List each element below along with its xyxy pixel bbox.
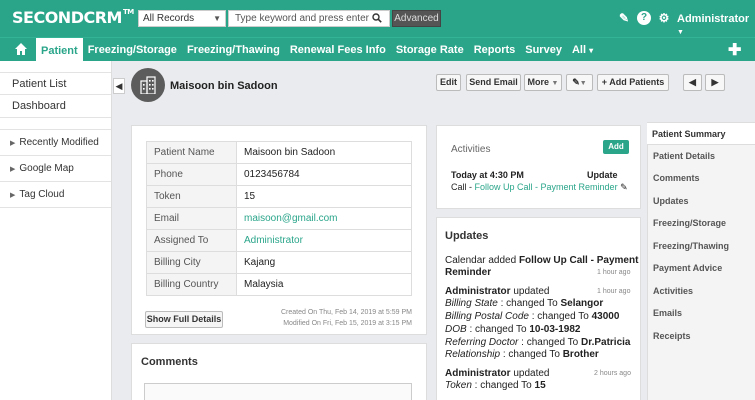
activity-status: Update xyxy=(587,170,618,180)
table-row: Billing Country Malaysia xyxy=(146,273,412,296)
building-icon xyxy=(140,76,156,94)
tab-freezing-thawing[interactable]: Freezing/Thawing xyxy=(648,235,755,258)
advanced-search-button[interactable]: Advanced xyxy=(392,10,441,27)
tab-emails[interactable]: Emails xyxy=(648,302,755,325)
home-icon[interactable] xyxy=(14,42,28,56)
nav-tab-freezing-storage[interactable]: Freezing/Storage xyxy=(83,38,182,62)
caret-right-icon: ▶ xyxy=(10,166,16,173)
collapse-sidebar-button[interactable]: ◀ xyxy=(113,78,125,94)
sidebar-item-tag-cloud[interactable]: ▶ Tag Cloud xyxy=(0,182,111,208)
add-patients-button[interactable]: + Add Patients xyxy=(597,74,669,91)
record-scope-select[interactable]: All Records ▼ xyxy=(138,10,226,27)
update-item: Administrator updated xyxy=(445,368,550,379)
tab-activities[interactable]: Activities xyxy=(648,280,755,303)
tab-payment-advice[interactable]: Payment Advice xyxy=(648,257,755,280)
tab-freezing-storage[interactable]: Freezing/Storage xyxy=(648,212,755,235)
activity-item: Call - Follow Up Call - Payment Reminder… xyxy=(451,182,628,192)
sidebar-item-patient-list[interactable]: Patient List xyxy=(0,72,111,95)
chevron-down-icon: ▼ xyxy=(213,14,221,23)
send-email-button[interactable]: Send Email xyxy=(466,74,521,91)
nav-tab-renewal-fees[interactable]: Renewal Fees Info xyxy=(285,38,391,62)
tab-receipts[interactable]: Receipts xyxy=(648,325,755,348)
update-item-cont: Reminder xyxy=(445,267,492,278)
record-title: Maisoon bin Sadoon xyxy=(170,80,278,92)
table-row: Token 15 xyxy=(146,185,412,208)
app-logo[interactable]: SECONDCRMTM xyxy=(12,8,134,27)
edit-button[interactable]: Edit xyxy=(436,74,461,91)
created-on-text: Created On Thu, Feb 14, 2019 at 5:59 PM xyxy=(280,309,412,316)
record-section-tabs: Patient Summary Patient Details Comments… xyxy=(647,122,755,400)
add-activity-button[interactable]: Add xyxy=(603,140,629,154)
record-avatar xyxy=(131,68,165,102)
search-icon[interactable] xyxy=(372,13,382,23)
sidebar-item-dashboard[interactable]: Dashboard xyxy=(0,95,111,118)
nav-tab-storage-rate[interactable]: Storage Rate xyxy=(391,38,469,62)
table-row: Patient Name Maisoon bin Sadoon xyxy=(146,141,412,164)
user-menu[interactable]: Administrator ▼ xyxy=(677,13,755,37)
update-change: Token : changed To 15 xyxy=(445,380,546,391)
comment-input[interactable] xyxy=(144,383,412,400)
pencil-icon[interactable]: ✎ xyxy=(620,182,628,192)
activity-time: Today at 4:30 PM xyxy=(451,170,524,180)
activity-link[interactable]: Follow Up Call - Payment Reminder xyxy=(475,182,618,192)
update-change: Billing State : changed To Selangor xyxy=(445,298,604,309)
update-change: Relationship : changed To Brother xyxy=(445,349,599,360)
caret-right-icon: ▶ xyxy=(10,140,16,147)
nav-tab-survey[interactable]: Survey xyxy=(520,38,567,62)
email-link[interactable]: maisoon@gmail.com xyxy=(236,207,412,230)
quick-create-plus-icon[interactable]: ✚ xyxy=(728,40,741,60)
gear-icon[interactable]: ⚙ xyxy=(657,11,671,25)
show-full-details-button[interactable]: Show Full Details xyxy=(145,311,223,328)
updates-title: Updates xyxy=(445,230,489,242)
table-row: Email maisoon@gmail.com xyxy=(146,207,412,230)
update-change: Referring Doctor : changed To Dr.Patrici… xyxy=(445,337,631,348)
update-item: Calendar added Follow Up Call - Payment xyxy=(445,255,639,266)
activities-title: Activities xyxy=(451,144,491,155)
table-row: Assigned To Administrator xyxy=(146,229,412,252)
update-item: Administrator updated xyxy=(445,286,550,297)
top-bar: SECONDCRMTM All Records ▼ Advanced ✎ ? ⚙… xyxy=(0,0,755,37)
tools-button[interactable]: ✎▼ xyxy=(566,74,593,91)
previous-record-button[interactable]: ◀ xyxy=(683,74,702,91)
tab-updates[interactable]: Updates xyxy=(648,190,755,213)
tab-comments[interactable]: Comments xyxy=(648,167,755,190)
update-time: 2 hours ago xyxy=(594,370,631,377)
nav-tab-reports[interactable]: Reports xyxy=(469,38,521,62)
caret-right-icon: ▶ xyxy=(10,192,16,199)
help-icon[interactable]: ? xyxy=(637,11,651,25)
table-row: Phone 0123456784 xyxy=(146,163,412,186)
nav-tab-freezing-thawing[interactable]: Freezing/Thawing xyxy=(182,38,285,62)
sidebar-item-google-map[interactable]: ▶ Google Map xyxy=(0,156,111,182)
update-time: 1 hour ago xyxy=(597,288,631,295)
next-record-button[interactable]: ▶ xyxy=(705,74,725,91)
sidebar-item-recently-modified[interactable]: ▶ Recently Modified xyxy=(0,130,111,156)
update-time: 1 hour ago xyxy=(597,269,631,276)
details-table: Patient Name Maisoon bin Sadoon Phone 0123… xyxy=(146,141,412,296)
more-button[interactable]: More ▼ xyxy=(524,74,562,91)
wrench-icon: ✎ xyxy=(572,77,580,87)
table-row: Billing City Kajang xyxy=(146,251,412,274)
tab-patient-details[interactable]: Patient Details xyxy=(648,145,755,168)
left-sidebar: Patient List Dashboard ▶ Recently Modifie… xyxy=(0,61,112,400)
sidebar-divider xyxy=(0,118,111,130)
comments-title: Comments xyxy=(141,356,198,368)
activities-panel xyxy=(436,125,641,209)
module-nav: Patient Freezing/Storage Freezing/Thawin… xyxy=(0,37,755,62)
update-change: DOB : changed To 10-03-1982 xyxy=(445,324,581,335)
brush-icon[interactable]: ✎ xyxy=(617,11,631,25)
assigned-to-link[interactable]: Administrator xyxy=(236,229,412,252)
modified-on-text: Modified On Fri, Feb 15, 2019 at 3:15 PM xyxy=(283,320,412,327)
search-input[interactable] xyxy=(228,10,390,27)
nav-tab-all[interactable]: All ▾ xyxy=(567,38,598,62)
tab-patient-summary[interactable]: Patient Summary xyxy=(647,122,755,145)
update-change: Billing Postal Code : changed To 43000 xyxy=(445,311,620,322)
nav-tab-patient[interactable]: Patient xyxy=(36,38,83,62)
